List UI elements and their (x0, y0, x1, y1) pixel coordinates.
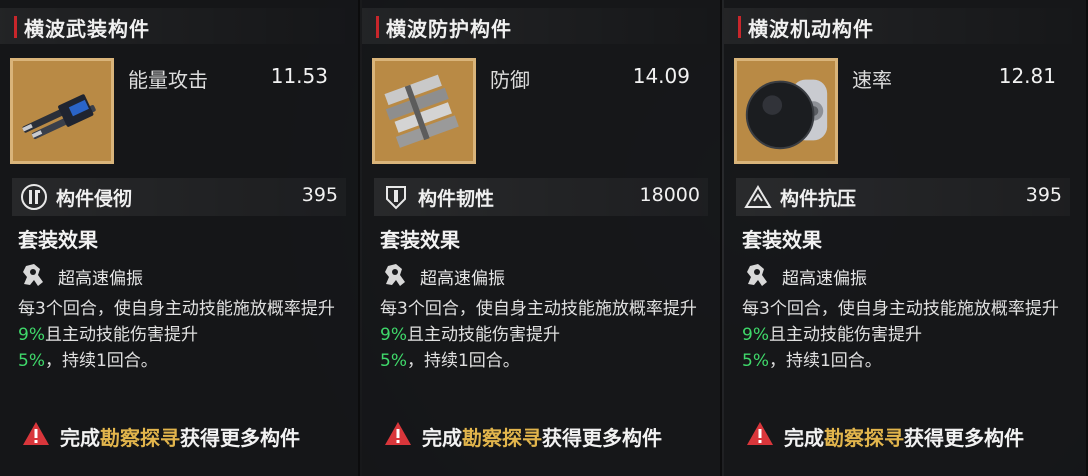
footer-post: 获得更多构件 (542, 426, 662, 450)
card-header: 横波防护构件 (362, 8, 720, 44)
armor-part-icon[interactable] (372, 58, 476, 164)
footer-pre: 完成 (60, 426, 100, 450)
desc-text: 且主动技能伤害提升 (44, 325, 198, 345)
attribute-value: 395 (301, 184, 338, 206)
effect-name: 超高速偏振 (420, 269, 505, 289)
set-effect-title: 套装效果 (18, 228, 98, 252)
penetration-icon (20, 183, 48, 211)
explore-link[interactable]: 勘察探寻 (100, 426, 180, 450)
pressure-icon (744, 183, 772, 211)
effect-name: 超高速偏振 (782, 269, 867, 289)
title-accent-bar (376, 16, 379, 38)
desc-text: ，持续1回合。 (406, 351, 520, 371)
title-accent-bar (14, 16, 17, 38)
attribute-value: 395 (1025, 184, 1062, 206)
stat-name: 能量攻击 (128, 68, 208, 92)
acquire-text: 完成勘察探寻获得更多构件 (784, 422, 1024, 451)
attribute-value: 18000 (639, 184, 700, 206)
desc-highlight: 5% (742, 351, 769, 371)
stat-name: 速率 (852, 68, 892, 92)
card-title: 横波武装构件 (24, 17, 150, 41)
footer-pre: 完成 (784, 426, 824, 450)
set-effect-title: 套装效果 (380, 228, 460, 252)
desc-text: ，持续1回合。 (44, 351, 158, 371)
component-card-mobility: 横波机动构件 速率 12.81 构件抗压 395 套装效果 超高速偏振 每3个回… (724, 0, 1088, 476)
title-accent-bar (738, 16, 741, 38)
card-title: 横波机动构件 (748, 17, 874, 41)
desc-highlight: 5% (18, 351, 45, 371)
footer-post: 获得更多构件 (904, 426, 1024, 450)
stat-value: 14.09 (632, 64, 690, 88)
stat-value: 12.81 (998, 64, 1056, 88)
explore-link[interactable]: 勘察探寻 (824, 426, 904, 450)
weapon-part-icon[interactable] (10, 58, 114, 164)
set-effect-title: 套装效果 (742, 228, 822, 252)
desc-highlight: 9% (742, 325, 769, 345)
mech-effect-icon (380, 260, 410, 290)
desc-text: 每3个回合，使自身主动技能施放概率提升 (18, 299, 335, 319)
stat-value: 11.53 (270, 64, 328, 88)
mech-effect-icon (18, 260, 48, 290)
acquire-text: 完成勘察探寻获得更多构件 (422, 422, 662, 451)
warning-icon (384, 421, 412, 447)
desc-highlight: 9% (380, 325, 407, 345)
footer-post: 获得更多构件 (180, 426, 300, 450)
attribute-row: 构件抗压 395 (736, 178, 1070, 216)
desc-text: 每3个回合，使自身主动技能施放概率提升 (742, 299, 1059, 319)
card-title: 横波防护构件 (386, 17, 512, 41)
warning-icon (746, 421, 774, 447)
desc-highlight: 9% (18, 325, 45, 345)
stat-name: 防御 (490, 68, 530, 92)
component-card-armor: 横波防护构件 防御 14.09 构件韧性 18000 套装效果 超高速偏振 每3… (362, 0, 722, 476)
explore-link[interactable]: 勘察探寻 (462, 426, 542, 450)
desc-text: 且主动技能伤害提升 (768, 325, 922, 345)
acquire-text: 完成勘察探寻获得更多构件 (60, 422, 300, 451)
effect-name: 超高速偏振 (58, 269, 143, 289)
effect-description: 每3个回合，使自身主动技能施放概率提升 9%且主动技能伤害提升 5%，持续1回合。 (18, 296, 354, 374)
attribute-name: 构件抗压 (780, 188, 857, 210)
attribute-name: 构件韧性 (418, 188, 495, 210)
component-panels: 横波武装构件 能量攻击 11.53 构件侵彻 395 套装效果 超高速偏振 每3… (0, 0, 1088, 476)
shield-icon (382, 183, 410, 211)
attribute-row: 构件韧性 18000 (374, 178, 708, 216)
desc-text: ，持续1回合。 (768, 351, 882, 371)
desc-highlight: 5% (380, 351, 407, 371)
footer-pre: 完成 (422, 426, 462, 450)
desc-text: 且主动技能伤害提升 (406, 325, 560, 345)
effect-description: 每3个回合，使自身主动技能施放概率提升 9%且主动技能伤害提升 5%，持续1回合。 (380, 296, 716, 374)
card-header: 横波武装构件 (0, 8, 358, 44)
attribute-row: 构件侵彻 395 (12, 178, 346, 216)
effect-description: 每3个回合，使自身主动技能施放概率提升 9%且主动技能伤害提升 5%，持续1回合。 (742, 296, 1078, 374)
mech-effect-icon (742, 260, 772, 290)
warning-icon (22, 421, 50, 447)
desc-text: 每3个回合，使自身主动技能施放概率提升 (380, 299, 697, 319)
attribute-name: 构件侵彻 (56, 188, 133, 210)
card-header: 横波机动构件 (724, 8, 1086, 44)
mobility-part-icon[interactable] (734, 58, 838, 164)
component-card-weapon: 横波武装构件 能量攻击 11.53 构件侵彻 395 套装效果 超高速偏振 每3… (0, 0, 360, 476)
